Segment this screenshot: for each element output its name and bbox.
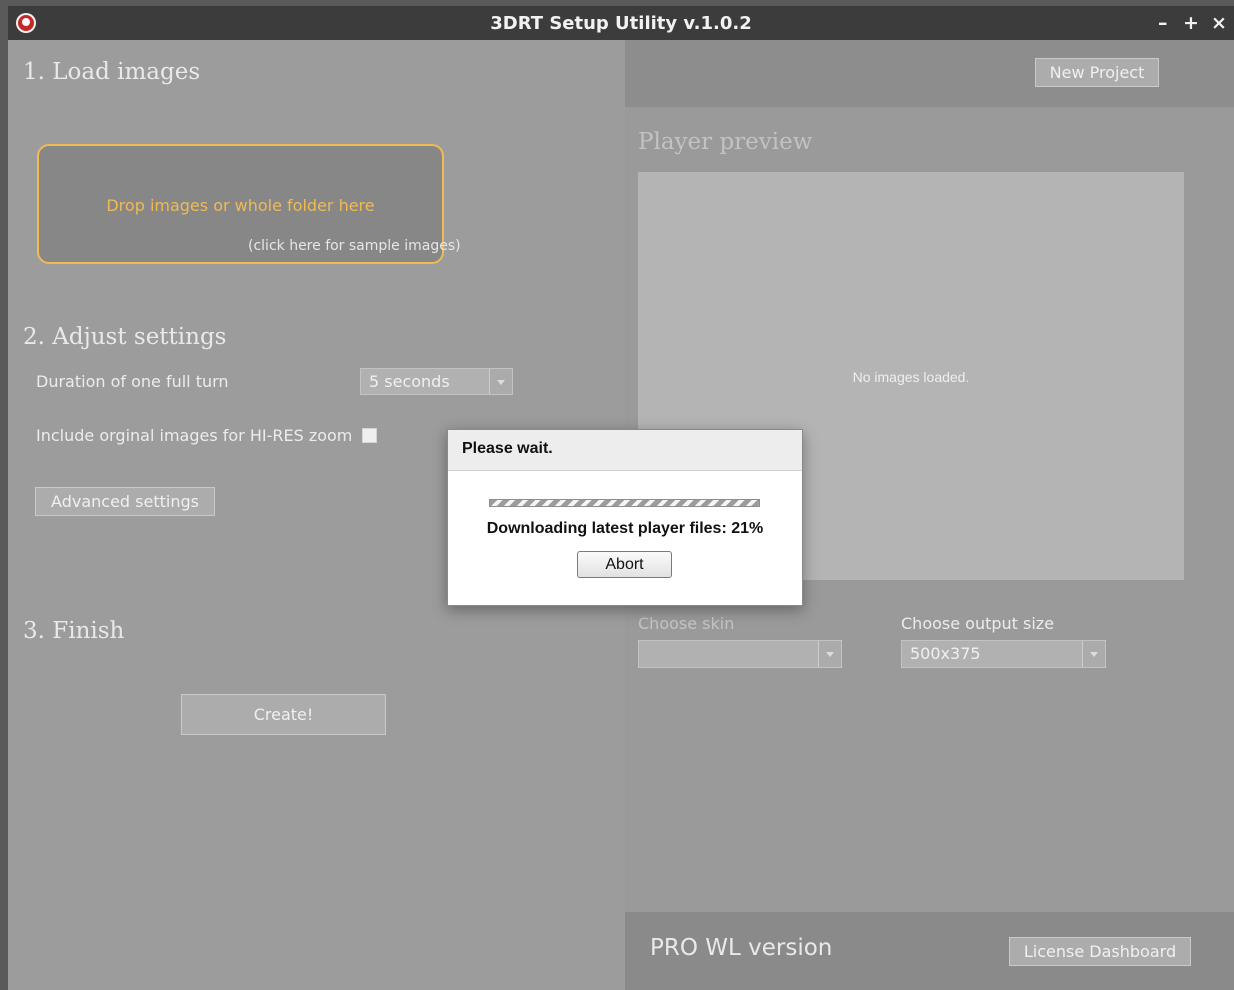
section-finish-heading: 3. Finish	[23, 618, 125, 644]
title-bar: 3DRT Setup Utility v.1.0.2 – + ×	[8, 6, 1234, 40]
hires-zoom-label: Include orginal images for HI-RES zoom	[36, 426, 353, 445]
chevron-down-icon[interactable]	[1082, 641, 1105, 667]
minimize-button[interactable]: –	[1158, 12, 1168, 34]
player-preview-heading: Player preview	[638, 129, 813, 155]
drop-zone-text: Drop images or whole folder here	[106, 196, 375, 215]
close-button[interactable]: ×	[1211, 12, 1227, 34]
new-project-button[interactable]: New Project	[1035, 58, 1159, 87]
right-top-bar: New Project	[625, 40, 1234, 107]
advanced-settings-button[interactable]: Advanced settings	[35, 487, 215, 516]
section-load-images-heading: 1. Load images	[23, 59, 201, 85]
section-adjust-settings-heading: 2. Adjust settings	[23, 324, 227, 350]
abort-button[interactable]: Abort	[577, 551, 672, 578]
download-progress-bar	[489, 499, 760, 507]
progress-stripes	[490, 500, 759, 506]
dialog-title: Please wait.	[462, 440, 553, 457]
hires-zoom-checkbox[interactable]	[362, 428, 377, 443]
skin-select[interactable]	[638, 640, 842, 668]
duration-select-value: 5 seconds	[369, 372, 450, 391]
create-button[interactable]: Create!	[181, 694, 386, 735]
duration-label: Duration of one full turn	[36, 372, 229, 391]
chevron-down-icon[interactable]	[489, 369, 512, 394]
output-size-select[interactable]: 500x375	[901, 640, 1106, 668]
version-label: PRO WL version	[650, 935, 833, 961]
output-size-select-value: 500x375	[910, 644, 981, 663]
maximize-button[interactable]: +	[1183, 12, 1199, 34]
download-status-text: Downloading latest player files: 21%	[486, 520, 764, 537]
license-dashboard-button[interactable]: License Dashboard	[1009, 937, 1191, 966]
sample-images-link[interactable]: (click here for sample images)	[248, 238, 461, 254]
window-title: 3DRT Setup Utility v.1.0.2	[490, 13, 752, 34]
right-bottom-bar: PRO WL version License Dashboard	[625, 912, 1234, 990]
app-window: 3DRT Setup Utility v.1.0.2 – + × 1. Load…	[8, 6, 1234, 990]
please-wait-dialog: Please wait. Downloading latest player f…	[447, 429, 803, 606]
choose-output-size-label: Choose output size	[901, 614, 1055, 633]
choose-skin-label: Choose skin	[638, 614, 735, 633]
duration-select[interactable]: 5 seconds	[360, 368, 513, 395]
chevron-down-icon[interactable]	[818, 641, 841, 667]
preview-message: No images loaded.	[852, 369, 970, 385]
dialog-header: Please wait.	[448, 430, 802, 471]
